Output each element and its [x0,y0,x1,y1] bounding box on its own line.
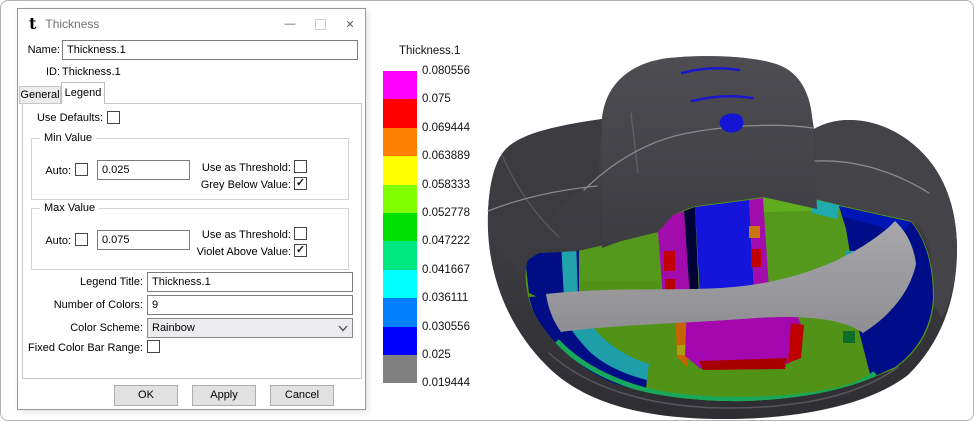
id-value: Thickness.1 [62,66,121,78]
name-input[interactable] [62,40,358,60]
legend-tick-label: 0.058333 [422,178,470,191]
num-colors-input[interactable] [147,295,353,315]
max-value-caption: Max Value [40,202,100,214]
legend-color-block [383,241,417,270]
color-scheme-dropdown[interactable]: Rainbow [147,318,353,338]
maximize-icon [314,18,326,30]
legend-tick-label: 0.047222 [422,235,470,248]
max-auto-label: Auto: [45,235,71,247]
fixed-range-checkbox[interactable] [147,340,160,353]
legend-tick-label: 0.063889 [422,150,470,163]
max-auto-checkbox[interactable] [75,233,88,246]
legend-tick-label: 0.052778 [422,207,470,219]
use-defaults-checkbox[interactable] [107,111,120,124]
legend-color-block [383,156,417,185]
max-threshold-checkbox[interactable] [294,227,307,240]
min-value-group: Min Value Auto: Use as Threshold: Grey B… [31,132,349,200]
violet-above-checkbox[interactable]: ✓ [294,244,307,257]
legend-color-block [383,298,417,327]
maximize-button [305,11,335,37]
app-icon: t [29,14,37,33]
use-defaults-label: Use Defaults: [36,112,103,124]
legend-title-input[interactable] [147,272,353,292]
legend-color-block [383,71,417,100]
legend-tick-label: 0.075 [422,93,451,106]
name-label: Name: [27,44,60,56]
color-scheme-label: Color Scheme: [70,322,143,334]
violet-above-label: Violet Above Value: [196,246,291,258]
fixed-range-label: Fixed Color Bar Range: [28,342,143,354]
cancel-button[interactable]: Cancel [270,385,334,406]
legend-tick-label: 0.036111 [422,292,469,305]
legend-color-block [383,326,417,355]
legend-color-block [383,269,417,299]
minimize-button[interactable]: — [275,11,305,37]
min-value-caption: Min Value [40,132,97,144]
ok-button[interactable]: OK [114,385,178,406]
max-threshold-label: Use as Threshold: [201,229,291,241]
legend-color-block [383,213,417,242]
legend-tick-label: 0.041667 [422,263,470,276]
max-value-group: Max Value Auto: Use as Threshold: Violet… [31,202,349,270]
id-label: ID: [45,66,60,78]
close-button[interactable]: ✕ [335,11,365,37]
apply-button[interactable]: Apply [192,385,256,406]
screenshot-root: Thickness.1 0.080556 0.075 0.069444 0.06388… [0,0,974,421]
chevron-down-icon [338,325,348,331]
legend-tick-label: 0.025 [422,349,451,361]
legend-title-label: Legend Title: [80,276,143,288]
grey-below-checkbox[interactable]: ✓ [294,177,307,190]
min-auto-checkbox[interactable] [75,163,88,176]
legend-title: Thickness.1 [399,45,461,57]
legend-tick-label: 0.030556 [422,320,470,333]
legend-color-block [383,127,417,157]
min-auto-label: Auto: [45,165,71,177]
legend-color-block [383,355,417,384]
dialog-title: Thickness [45,17,100,31]
min-threshold-label: Use as Threshold: [201,162,291,174]
min-threshold-checkbox[interactable] [294,160,307,173]
legend-tab-panel: Use Defaults: Min Value Auto: Use as Thr… [22,103,362,379]
dialog-titlebar[interactable]: t Thickness — ✕ [18,9,365,39]
legend-tick-label: 0.019444 [422,377,470,390]
legend-color-block [383,184,417,213]
legend-color-block [383,99,417,128]
color-scheme-value: Rainbow [152,322,195,334]
legend-tick-label: 0.069444 [422,121,470,134]
legend-tick-label: 0.080556 [422,65,470,77]
grey-below-label: Grey Below Value: [200,179,291,191]
tab-general[interactable]: General [19,86,61,104]
tab-legend[interactable]: Legend [61,82,105,104]
num-colors-label: Number of Colors: [53,299,143,311]
thickness-dialog: t Thickness — ✕ Name: ID: Thickness.1 Ge… [17,8,366,410]
